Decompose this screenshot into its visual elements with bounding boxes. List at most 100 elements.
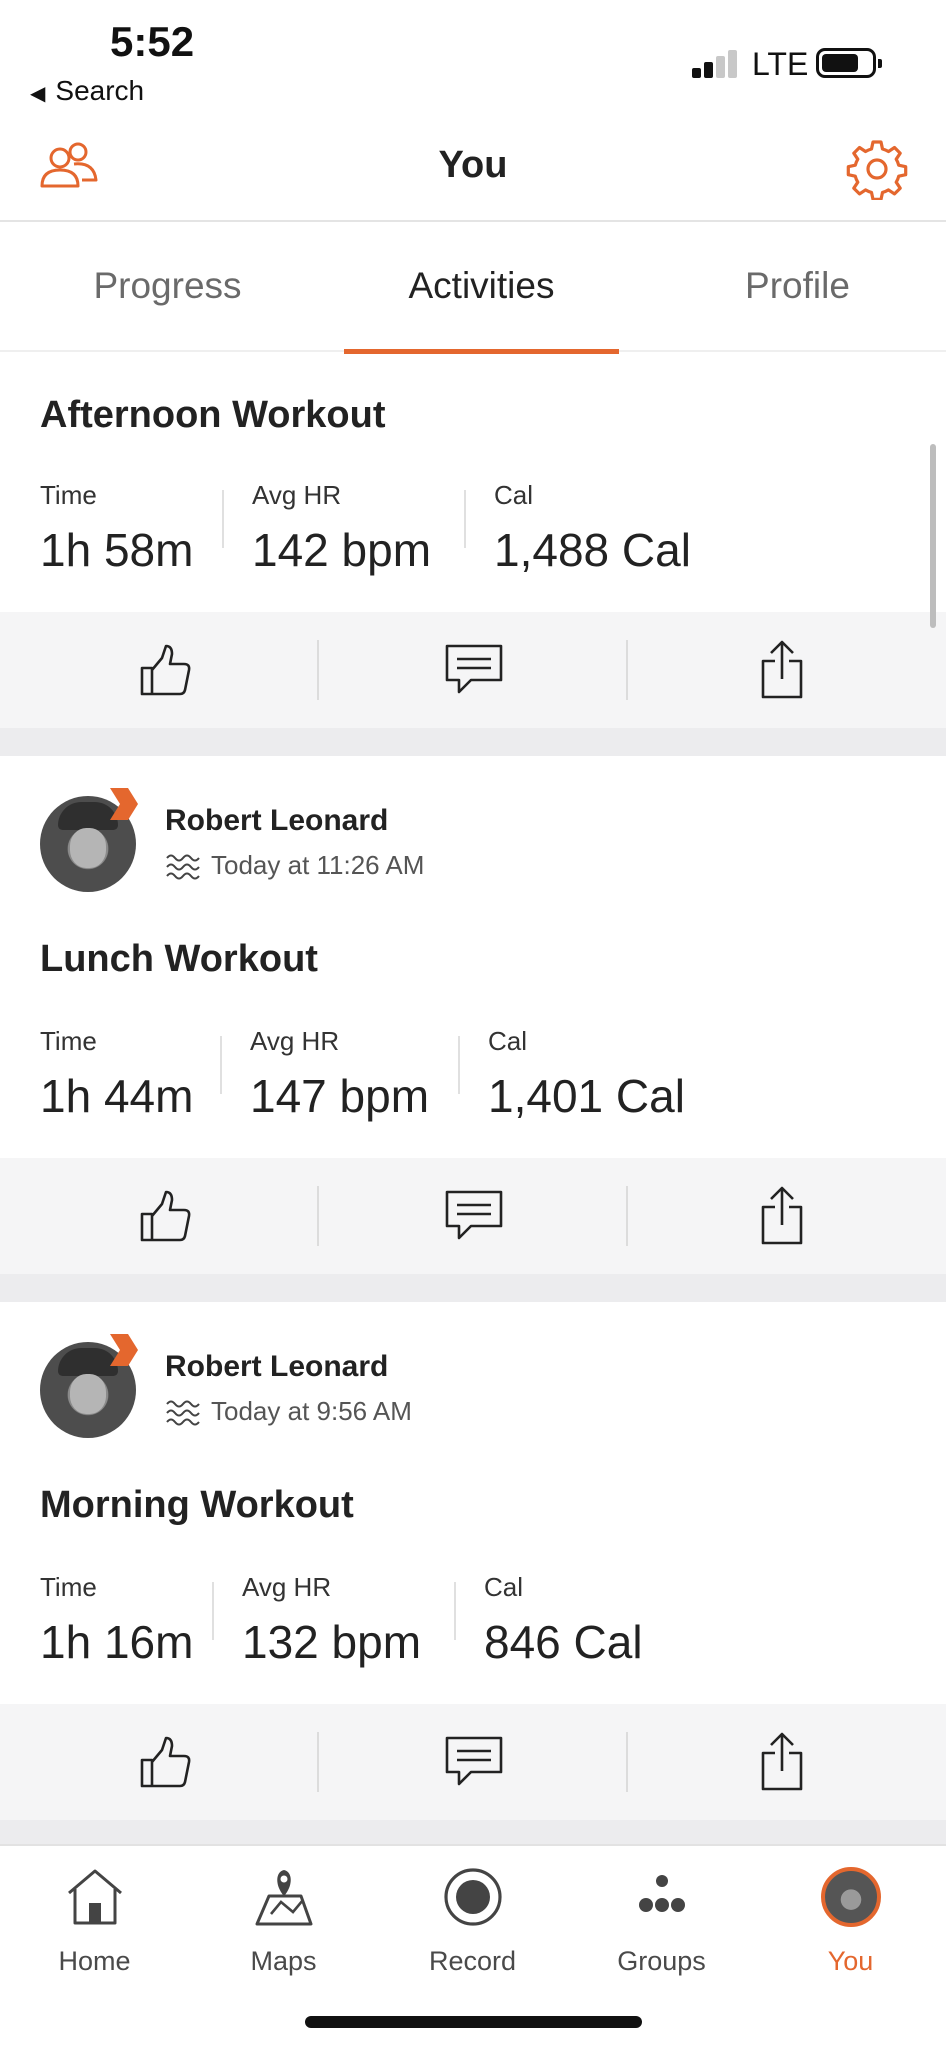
activity-timestamp: Today at 9:56 AM bbox=[165, 1396, 412, 1428]
tabbar-record-label: Record bbox=[428, 1946, 517, 1976]
workout-title: Lunch Workout bbox=[40, 938, 318, 980]
activity-feed[interactable]: Afternoon Workout Time 1h 58m Avg HR 142 b… bbox=[0, 354, 946, 1844]
tabbar-record[interactable]: Record bbox=[378, 1864, 567, 1977]
groups-icon bbox=[638, 1875, 685, 1912]
share-button[interactable] bbox=[624, 612, 939, 728]
timestamp-text: Today at 9:56 AM bbox=[211, 1396, 412, 1426]
page-title: You bbox=[438, 144, 508, 186]
thumbs-up-icon bbox=[140, 1190, 190, 1242]
stat-label: Time bbox=[40, 1026, 97, 1056]
stat-calories: Cal 1,488 Cal bbox=[494, 480, 691, 580]
tab-profile-label: Profile bbox=[745, 265, 850, 306]
author-name[interactable]: Robert Leonard bbox=[165, 1350, 388, 1384]
stat-value: 1,488 Cal bbox=[494, 524, 691, 576]
stat-value: 1h 44m bbox=[40, 1070, 194, 1122]
share-icon bbox=[761, 1732, 802, 1791]
stat-label: Time bbox=[40, 480, 97, 510]
settings-gear-icon[interactable] bbox=[846, 138, 908, 200]
tabbar-groups-label: Groups bbox=[617, 1946, 706, 1976]
like-button[interactable] bbox=[8, 1704, 323, 1820]
like-button[interactable] bbox=[8, 1158, 323, 1274]
like-button[interactable] bbox=[8, 612, 323, 728]
stat-value: 142 bpm bbox=[252, 524, 432, 576]
avatar-icon bbox=[820, 1867, 881, 1927]
comment-button[interactable] bbox=[316, 612, 631, 728]
tab-activities[interactable]: Activities bbox=[324, 222, 639, 354]
workout-title: Morning Workout bbox=[40, 1484, 354, 1526]
author-name[interactable]: Robert Leonard bbox=[165, 804, 388, 838]
stat-calories: Cal 1,401 Cal bbox=[488, 1026, 685, 1126]
stat-value: 147 bpm bbox=[250, 1070, 430, 1122]
tabbar-you-label: You bbox=[827, 1946, 874, 1976]
stat-time: Time 1h 58m bbox=[40, 480, 193, 580]
cellular-signal-icon bbox=[692, 46, 740, 78]
comment-icon bbox=[445, 1736, 502, 1786]
home-icon bbox=[67, 1869, 122, 1925]
stat-label: Avg HR bbox=[252, 480, 342, 510]
activity-actions bbox=[0, 612, 946, 728]
activity-card[interactable]: Robert Leonard Today at 9:56 AM Morning … bbox=[0, 1302, 946, 1820]
comment-icon bbox=[445, 644, 502, 694]
tab-activities-label: Activities bbox=[408, 265, 555, 306]
rank-chevron-icon bbox=[110, 788, 138, 820]
workout-title: Afternoon Workout bbox=[40, 394, 386, 436]
activity-actions bbox=[0, 1158, 946, 1274]
stat-avg-hr: Avg HR 132 bpm bbox=[242, 1572, 421, 1672]
tab-progress-label: Progress bbox=[93, 265, 242, 306]
share-icon bbox=[761, 1186, 802, 1245]
back-triangle-icon: ◀ bbox=[30, 83, 46, 105]
workout-wave-icon bbox=[166, 854, 200, 880]
workout-wave-icon bbox=[166, 1400, 200, 1426]
activity-actions bbox=[0, 1704, 946, 1820]
network-type: LTE bbox=[752, 46, 809, 82]
comment-button[interactable] bbox=[316, 1158, 631, 1274]
rank-chevron-icon bbox=[110, 1334, 138, 1366]
status-bar: 5:52 ◀ Search LTE bbox=[0, 0, 946, 120]
tabbar-maps[interactable]: Maps bbox=[189, 1864, 378, 1977]
share-button[interactable] bbox=[624, 1158, 939, 1274]
timestamp-text: Today at 11:26 AM bbox=[211, 850, 425, 880]
tabbar-home[interactable]: Home bbox=[0, 1864, 189, 1977]
stat-label: Cal bbox=[494, 480, 534, 510]
activity-card[interactable]: Robert Leonard Today at 11:26 AM Lunch W… bbox=[0, 756, 946, 1274]
tabbar-home-label: Home bbox=[58, 1946, 131, 1976]
stat-value: 1h 58m bbox=[40, 524, 194, 576]
activity-timestamp: Today at 11:26 AM bbox=[165, 850, 424, 882]
stat-label: Cal bbox=[484, 1572, 524, 1602]
stat-value: 1,401 Cal bbox=[488, 1070, 685, 1122]
stat-label: Cal bbox=[488, 1026, 528, 1056]
status-time: 5:52 bbox=[110, 18, 195, 65]
stat-label: Avg HR bbox=[250, 1026, 340, 1056]
battery-icon bbox=[816, 48, 882, 78]
back-to-search-link[interactable]: ◀ Search bbox=[30, 75, 144, 107]
stat-time: Time 1h 44m bbox=[40, 1026, 193, 1126]
stat-value: 846 Cal bbox=[484, 1616, 643, 1668]
tab-profile[interactable]: Profile bbox=[640, 222, 946, 352]
scrollbar[interactable] bbox=[930, 444, 936, 628]
stat-label: Avg HR bbox=[242, 1572, 332, 1602]
thumbs-up-icon bbox=[140, 1736, 190, 1788]
tabbar-groups[interactable]: Groups bbox=[567, 1864, 756, 1977]
back-label: Search bbox=[55, 75, 145, 106]
navigation-header: You bbox=[0, 120, 946, 222]
tabbar-you[interactable]: You bbox=[756, 1864, 945, 1977]
stat-label: Time bbox=[40, 1572, 97, 1602]
stat-time: Time 1h 16m bbox=[40, 1572, 193, 1672]
stat-value: 1h 16m bbox=[40, 1616, 194, 1668]
share-button[interactable] bbox=[624, 1704, 939, 1820]
stat-avg-hr: Avg HR 147 bpm bbox=[250, 1026, 429, 1126]
segment-tabs: Progress Activities Profile bbox=[0, 222, 946, 354]
share-icon bbox=[761, 640, 802, 699]
stat-value: 132 bpm bbox=[242, 1616, 422, 1668]
thumbs-up-icon bbox=[140, 644, 190, 696]
activity-card[interactable]: Afternoon Workout Time 1h 58m Avg HR 142 b… bbox=[0, 354, 946, 728]
comment-button[interactable] bbox=[316, 1704, 631, 1820]
comment-icon bbox=[445, 1190, 502, 1240]
tab-progress[interactable]: Progress bbox=[10, 222, 325, 352]
home-indicator[interactable] bbox=[305, 2016, 642, 2028]
stat-calories: Cal 846 Cal bbox=[484, 1572, 643, 1672]
stat-avg-hr: Avg HR 142 bpm bbox=[252, 480, 431, 580]
map-icon bbox=[255, 1870, 312, 1926]
tabbar-maps-label: Maps bbox=[250, 1946, 317, 1976]
record-icon bbox=[443, 1868, 502, 1926]
